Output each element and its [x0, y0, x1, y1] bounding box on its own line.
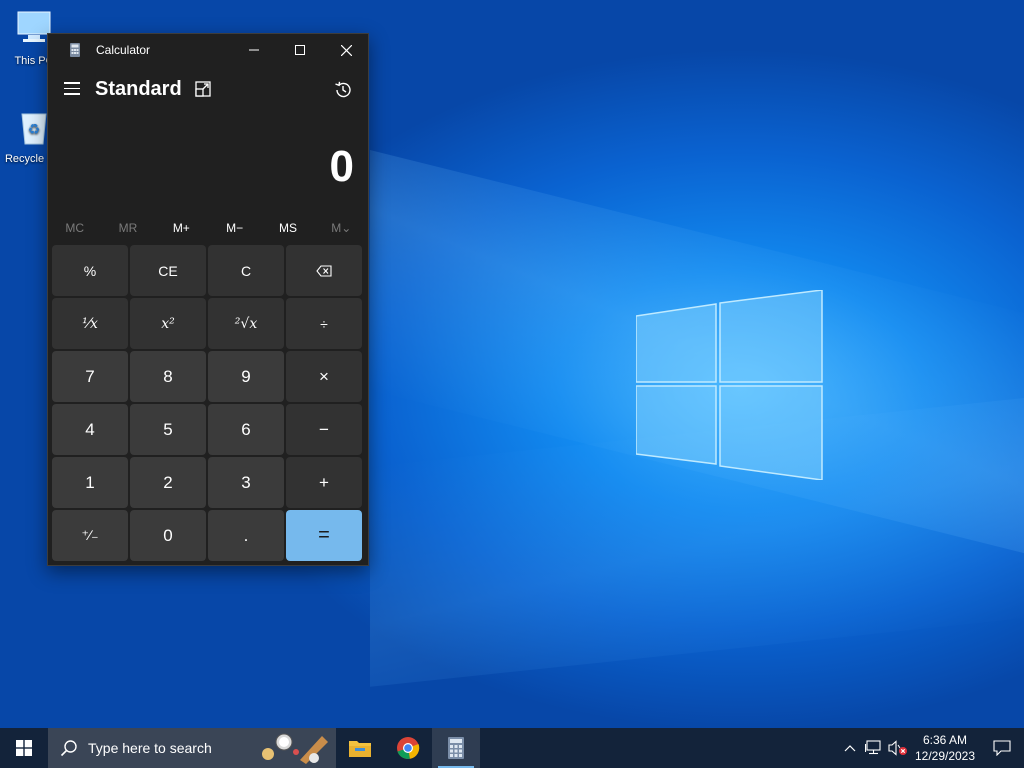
digit-3-button[interactable]: 3: [208, 457, 284, 508]
close-button[interactable]: [323, 34, 369, 66]
notification-icon: [993, 740, 1011, 756]
chevron-up-icon: [844, 745, 856, 752]
taskbar-search-box[interactable]: Type here to search: [48, 728, 336, 768]
minimize-icon: [249, 49, 259, 51]
mode-title: Standard: [95, 78, 182, 100]
maximize-button[interactable]: [277, 34, 323, 66]
reciprocal-button[interactable]: ⅟x: [52, 298, 128, 349]
minus-button[interactable]: −: [286, 404, 362, 455]
file-explorer-icon: [349, 741, 371, 757]
memory-list-button[interactable]: M⌄: [315, 214, 368, 242]
keep-on-top-icon[interactable]: [194, 80, 212, 98]
digit-4-button[interactable]: 4: [52, 404, 128, 455]
close-icon: [340, 44, 352, 56]
volume-muted-icon: [888, 740, 907, 756]
memory-store-button[interactable]: MS: [261, 214, 314, 242]
digit-1-button[interactable]: 1: [52, 457, 128, 508]
start-button[interactable]: [0, 728, 48, 768]
action-center-button[interactable]: [980, 728, 1024, 768]
negate-button[interactable]: ⁺∕₋: [52, 510, 128, 561]
history-icon[interactable]: [333, 80, 353, 100]
clock-time: 6:36 AM: [922, 733, 968, 747]
result-display: 0: [329, 142, 354, 191]
window-title: Calculator: [96, 43, 151, 57]
navigation-menu-button[interactable]: [64, 82, 80, 96]
digit-5-button[interactable]: 5: [130, 404, 206, 455]
square-button[interactable]: x²: [130, 298, 206, 349]
digit-9-button[interactable]: 9: [208, 351, 284, 402]
memory-add-button[interactable]: M+: [155, 214, 208, 242]
maximize-icon: [295, 45, 305, 55]
taskbar-chrome[interactable]: [384, 728, 432, 768]
clock-date: 12/29/2023: [914, 749, 976, 763]
calculator-app-icon: [70, 43, 80, 57]
search-icon: [60, 740, 77, 757]
digit-0-button[interactable]: 0: [130, 510, 206, 561]
multiply-button[interactable]: ×: [286, 351, 362, 402]
search-highlight-illustration: [256, 730, 332, 766]
digit-8-button[interactable]: 8: [130, 351, 206, 402]
show-hidden-icons-button[interactable]: [838, 728, 862, 768]
title-bar[interactable]: Calculator: [48, 34, 368, 66]
search-placeholder: Type here to search: [88, 740, 212, 756]
plus-button[interactable]: +: [286, 457, 362, 508]
percent-button[interactable]: %: [52, 245, 128, 296]
calculator-icon: [448, 737, 464, 759]
system-tray: 6:36 AM 12/29/2023: [838, 728, 1024, 768]
clear-button[interactable]: C: [208, 245, 284, 296]
taskbar-file-explorer[interactable]: [336, 728, 384, 768]
divide-button[interactable]: ÷: [286, 298, 362, 349]
digit-7-button[interactable]: 7: [52, 351, 128, 402]
svg-text:♻: ♻: [28, 121, 41, 137]
windows-start-icon: [16, 740, 32, 756]
clear-entry-button[interactable]: CE: [130, 245, 206, 296]
taskbar-calculator[interactable]: [432, 728, 480, 768]
memory-recall-button[interactable]: MR: [101, 214, 154, 242]
calculator-window[interactable]: Calculator Standard 0 MC MR M+ M− MS M⌄ …: [47, 33, 369, 566]
volume-button[interactable]: [886, 728, 910, 768]
memory-row: MC MR M+ M− MS M⌄: [48, 214, 368, 242]
taskbar: Type here to search 6:36 AM 12/29/2023: [0, 728, 1024, 768]
taskbar-clock[interactable]: 6:36 AM 12/29/2023: [910, 732, 980, 764]
memory-subtract-button[interactable]: M−: [208, 214, 261, 242]
square-root-button[interactable]: ²√x: [208, 298, 284, 349]
digit-2-button[interactable]: 2: [130, 457, 206, 508]
minimize-button[interactable]: [231, 34, 277, 66]
decimal-button[interactable]: .: [208, 510, 284, 561]
equals-button[interactable]: =: [286, 510, 362, 561]
keypad: % CE C ⅟x x² ²√x ÷ 7 8 9 × 4 5 6 − 1 2 3…: [52, 245, 366, 561]
windows-wallpaper-logo: [636, 290, 823, 480]
network-button[interactable]: [862, 728, 886, 768]
digit-6-button[interactable]: 6: [208, 404, 284, 455]
backspace-button[interactable]: [286, 245, 362, 296]
chrome-icon: [397, 737, 420, 759]
backspace-icon: [316, 264, 332, 277]
memory-clear-button[interactable]: MC: [48, 214, 101, 242]
network-icon: [865, 740, 881, 755]
